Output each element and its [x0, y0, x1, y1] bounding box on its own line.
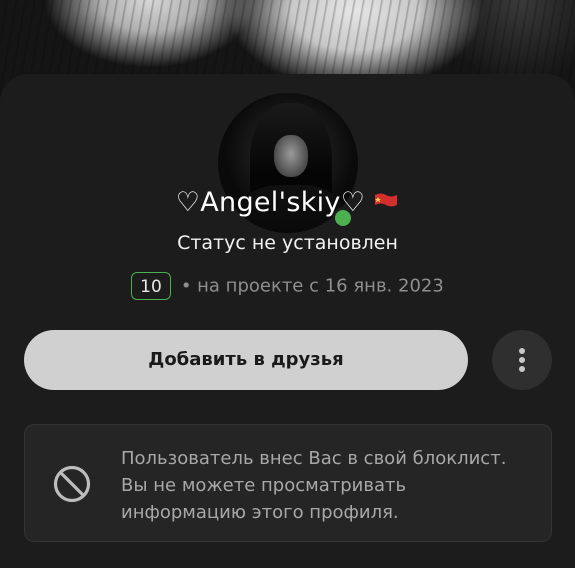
level-badge[interactable]: 10 — [131, 272, 171, 300]
blocked-notice-text: Пользователь внес Вас в свой блоклист. В… — [121, 448, 507, 523]
more-vertical-icon-dot — [519, 357, 525, 363]
profile-status: Статус не установлен — [177, 232, 398, 254]
blocked-icon — [53, 465, 91, 503]
avatar-face — [274, 135, 308, 177]
profile-card: ♡Angel'skiy♡ Статус не установлен 10 • на… — [0, 74, 575, 568]
add-friend-button[interactable]: Добавить в друзья — [24, 330, 468, 390]
profile-meta: 10 • на проекте с 16 янв. 2023 — [0, 272, 575, 300]
more-vertical-icon — [519, 348, 525, 354]
more-options-button[interactable] — [492, 330, 552, 390]
more-vertical-icon-dot — [519, 366, 525, 372]
flag-icon — [375, 193, 398, 207]
profile-name: ♡Angel'skiy♡ — [175, 187, 366, 218]
blocked-notice: Пользователь внес Вас в свой блоклист. В… — [24, 424, 552, 542]
member-since: • на проекте с 16 янв. 2023 — [180, 275, 444, 297]
profile-name-row: ♡Angel'skiy♡ — [0, 186, 575, 220]
